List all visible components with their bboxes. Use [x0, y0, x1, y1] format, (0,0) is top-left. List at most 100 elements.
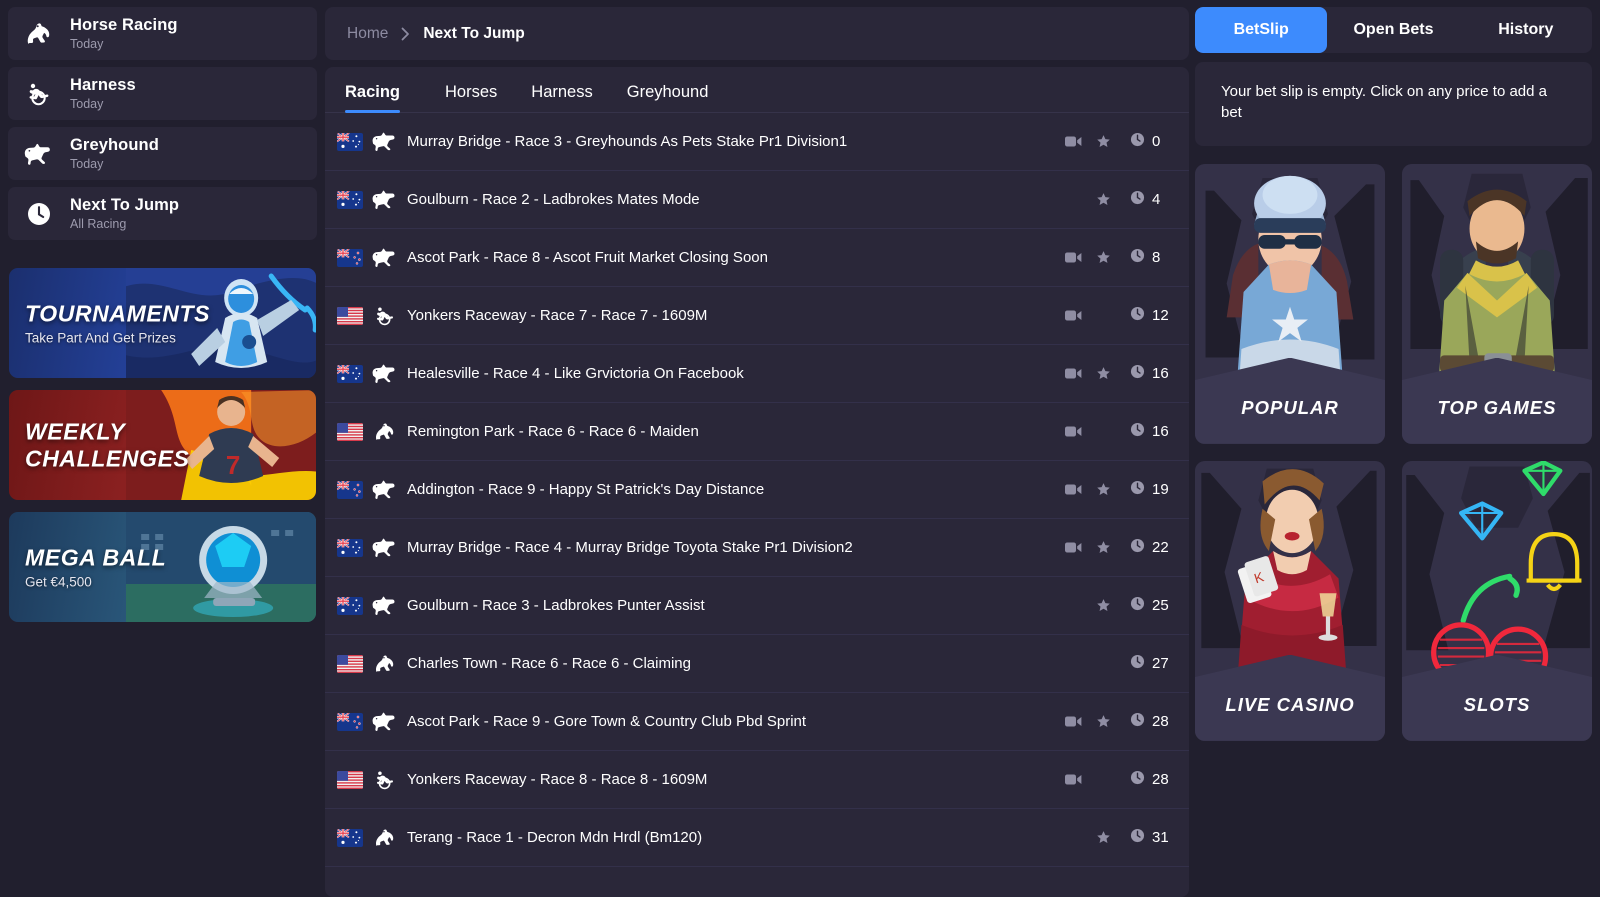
- race-name: Ascot Park - Race 8 - Ascot Fruit Market…: [407, 249, 768, 266]
- race-row[interactable]: Yonkers Raceway - Race 8 - Race 8 - 1609…: [325, 751, 1189, 809]
- race-countdown-minutes: 16: [1152, 423, 1169, 440]
- clock-icon: [1130, 132, 1145, 152]
- sidebar-item-title: Greyhound: [70, 136, 159, 155]
- video-icon[interactable]: [1065, 425, 1082, 438]
- country-flag-icon: [337, 712, 363, 731]
- race-row[interactable]: Goulburn - Race 2 - Ladbrokes Mates Mode…: [325, 171, 1189, 229]
- sidebar-item-title: Harness: [70, 76, 136, 95]
- country-flag-icon: [337, 654, 363, 673]
- country-flag-icon: [337, 828, 363, 847]
- breadcrumb-current: Next To Jump: [423, 24, 525, 42]
- greyhound-icon: [370, 363, 400, 384]
- video-icon[interactable]: [1065, 367, 1082, 380]
- race-row[interactable]: Goulburn - Race 3 - Ladbrokes Punter Ass…: [325, 577, 1189, 635]
- race-meta: 12: [1065, 306, 1169, 326]
- race-row[interactable]: Remington Park - Race 6 - Race 6 - Maide…: [325, 403, 1189, 461]
- promo-subtitle: Get €4,500: [25, 574, 92, 590]
- favourite-star-icon[interactable]: [1095, 598, 1112, 613]
- race-countdown: 25: [1125, 596, 1169, 616]
- race-meta: 31: [1065, 828, 1169, 848]
- race-countdown-minutes: 22: [1152, 539, 1169, 556]
- race-row[interactable]: Charles Town - Race 6 - Race 6 - Claimin…: [325, 635, 1189, 693]
- sidebar-item-next-to-jump[interactable]: Next To Jump All Racing: [8, 187, 317, 240]
- race-row[interactable]: Healesville - Race 4 - Like Grvictoria O…: [325, 345, 1189, 403]
- race-meta: 27: [1065, 654, 1169, 674]
- race-countdown: 0: [1125, 132, 1169, 152]
- tab-betslip[interactable]: BetSlip: [1195, 7, 1328, 53]
- race-countdown: 31: [1125, 828, 1169, 848]
- country-flag-icon: [337, 480, 363, 499]
- race-row[interactable]: Ascot Park - Race 9 - Gore Town & Countr…: [325, 693, 1189, 751]
- sidebar-item-subtitle: Today: [70, 36, 104, 51]
- tab-horses[interactable]: Horses: [428, 83, 514, 112]
- promo-banner-weekly-challenges[interactable]: 7 WEEKLY CHALLENGES: [9, 390, 316, 500]
- clock-icon: [1130, 190, 1145, 210]
- race-countdown-minutes: 31: [1152, 829, 1169, 846]
- sidebar-item-greyhound[interactable]: Greyhound Today: [8, 127, 317, 180]
- race-countdown-minutes: 27: [1152, 655, 1169, 672]
- clock-icon: [1130, 828, 1145, 848]
- harness-icon: [22, 81, 56, 107]
- race-row[interactable]: Murray Bridge - Race 3 - Greyhounds As P…: [325, 113, 1189, 171]
- race-countdown-minutes: 0: [1152, 133, 1161, 150]
- tab-history[interactable]: History: [1460, 7, 1592, 53]
- clock-icon: [22, 201, 56, 227]
- favourite-star-icon[interactable]: [1095, 830, 1112, 845]
- tab-racing[interactable]: Racing: [345, 83, 428, 113]
- favourite-star-icon[interactable]: [1095, 134, 1112, 149]
- clock-icon: [1130, 712, 1145, 732]
- main-content: Home Next To Jump Racing Horses Harness …: [325, 0, 1195, 897]
- game-card-slots[interactable]: SLOTS: [1402, 460, 1592, 741]
- sidebar-item-text: Horse Racing Today: [70, 16, 178, 50]
- clock-icon: [1130, 654, 1145, 674]
- breadcrumb-home-link[interactable]: Home: [347, 25, 388, 43]
- favourite-star-icon[interactable]: [1095, 250, 1112, 265]
- country-flag-icon: [337, 538, 363, 557]
- horse-icon: [370, 653, 400, 675]
- game-card-live-casino[interactable]: K LIVE CASINO: [1195, 460, 1385, 741]
- race-row[interactable]: Terang - Race 1 - Decron Mdn Hrdl (Bm120…: [325, 809, 1189, 867]
- race-meta: 28: [1065, 712, 1169, 732]
- game-card-top-games[interactable]: TOP GAMES: [1402, 163, 1592, 444]
- favourite-star-icon[interactable]: [1095, 714, 1112, 729]
- video-icon[interactable]: [1065, 483, 1082, 496]
- race-list: Murray Bridge - Race 3 - Greyhounds As P…: [325, 113, 1189, 897]
- race-row[interactable]: Yonkers Raceway - Race 7 - Race 7 - 1609…: [325, 287, 1189, 345]
- svg-text:7: 7: [226, 450, 240, 480]
- sidebar-item-horse-racing[interactable]: Horse Racing Today: [8, 7, 317, 60]
- race-row[interactable]: Murray Bridge - Race 4 - Murray Bridge T…: [325, 519, 1189, 577]
- race-countdown: 16: [1125, 422, 1169, 442]
- betslip-body: Your bet slip is empty. Click on any pri…: [1195, 62, 1592, 146]
- favourite-star-icon[interactable]: [1095, 540, 1112, 555]
- favourite-star-icon[interactable]: [1095, 192, 1112, 207]
- betslip-tabs: BetSlip Open Bets History: [1195, 7, 1592, 53]
- greyhound-icon: [22, 142, 56, 166]
- race-name: Remington Park - Race 6 - Race 6 - Maide…: [407, 423, 699, 440]
- video-icon[interactable]: [1065, 135, 1082, 148]
- video-icon[interactable]: [1065, 715, 1082, 728]
- sidebar-item-harness[interactable]: Harness Today: [8, 67, 317, 120]
- horse-icon: [370, 421, 400, 443]
- tab-harness[interactable]: Harness: [514, 83, 609, 112]
- tab-greyhound[interactable]: Greyhound: [610, 83, 726, 112]
- video-icon[interactable]: [1065, 251, 1082, 264]
- race-row[interactable]: Ascot Park - Race 8 - Ascot Fruit Market…: [325, 229, 1189, 287]
- greyhound-icon: [370, 711, 400, 732]
- favourite-star-icon[interactable]: [1095, 482, 1112, 497]
- video-icon[interactable]: [1065, 541, 1082, 554]
- promo-banner-mega-ball[interactable]: MEGA BALL Get €4,500: [9, 512, 316, 622]
- tab-open-bets[interactable]: Open Bets: [1327, 7, 1459, 53]
- race-name: Charles Town - Race 6 - Race 6 - Claimin…: [407, 655, 691, 672]
- video-icon[interactable]: [1065, 309, 1082, 322]
- favourite-star-icon[interactable]: [1095, 366, 1112, 381]
- clock-icon: [1130, 364, 1145, 384]
- clock-icon: [1130, 480, 1145, 500]
- game-card-popular[interactable]: POPULAR: [1195, 163, 1385, 444]
- race-name: Goulburn - Race 3 - Ladbrokes Punter Ass…: [407, 597, 705, 614]
- race-countdown-minutes: 25: [1152, 597, 1169, 614]
- greyhound-icon: [370, 131, 400, 152]
- promo-banner-tournaments[interactable]: TOURNAMENTS Take Part And Get Prizes: [9, 268, 316, 378]
- promo-title: TOURNAMENTS: [25, 300, 211, 327]
- video-icon[interactable]: [1065, 773, 1082, 786]
- race-row[interactable]: Addington - Race 9 - Happy St Patrick's …: [325, 461, 1189, 519]
